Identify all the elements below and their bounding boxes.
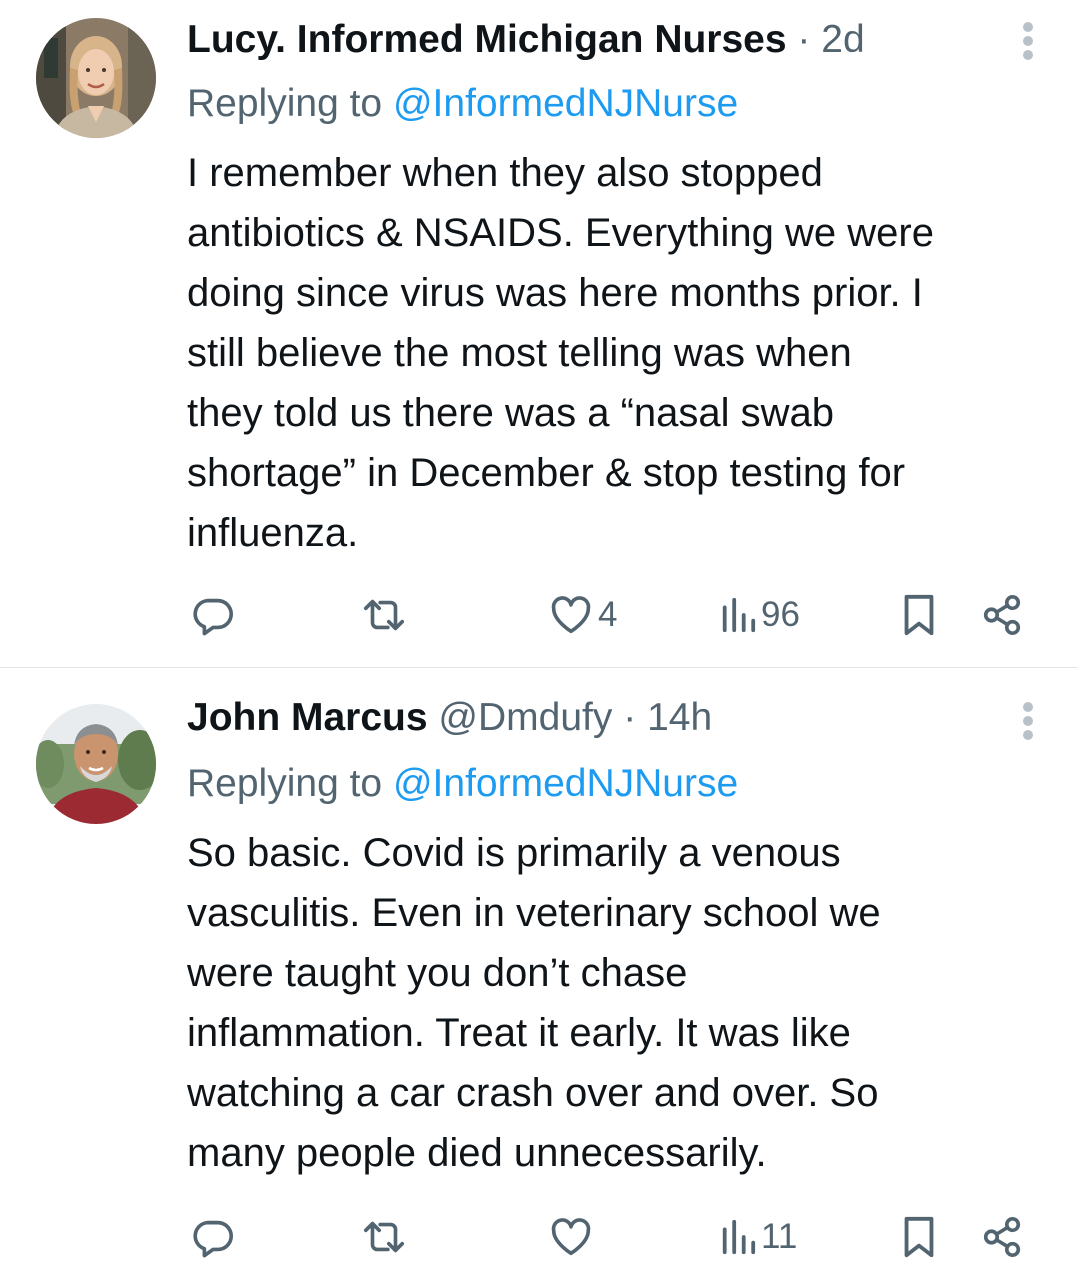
view-count: 96 [761,595,800,634]
display-name[interactable]: John Marcus [187,696,428,739]
heart-icon [551,596,591,634]
bookmark-button[interactable] [899,1212,939,1262]
tweet-text-line: So basic. Covid is primarily a venous [187,831,841,875]
retweet-button[interactable] [358,1212,410,1262]
tweet-header: John Marcus @Dmdufy · 14h [187,694,978,742]
tweet-text: So basic. Covid is primarily a venous va… [187,823,1057,1183]
retweet-button[interactable] [358,590,410,640]
replying-to-handle[interactable]: @InformedNJNurse [393,762,738,805]
bookmark-icon [904,594,934,636]
retweet-icon [363,1221,405,1253]
tweet-text-line: watching a car crash over and over. So [187,1071,879,1115]
separator-dot: · [623,696,637,739]
share-icon [983,1216,1021,1258]
share-button[interactable] [979,590,1025,640]
reply-icon [193,1220,234,1258]
avatar-image-icon [36,18,156,138]
tweet-text-line: vasculitis. Even in veterinary school we [187,891,881,935]
avatar[interactable] [36,18,156,138]
share-button[interactable] [979,1212,1025,1262]
tweet-text-line: antibiotics & NSAIDS. Everything we were [187,211,934,255]
like-button[interactable] [548,1212,598,1262]
tweet-text-line: many people died unnecessarily. [187,1131,767,1175]
tweet-text-line: I remember when they also stopped [187,151,823,195]
views-icon [722,1219,756,1255]
timestamp[interactable]: 2d [821,18,864,61]
view-count: 11 [761,1217,798,1256]
more-icon[interactable] [1022,22,1034,62]
like-button[interactable]: 4 [548,590,617,640]
replying-to-label: Replying to [187,762,383,805]
views-icon [722,597,756,633]
bookmark-button[interactable] [899,590,939,640]
separator-dot: · [797,18,811,61]
heart-icon [551,1218,591,1256]
user-handle[interactable]: @Dmdufy [438,696,612,739]
replying-to-label: Replying to [187,82,383,125]
tweet-text-line: were taught you don’t chase [187,951,688,995]
avatar[interactable] [36,704,156,824]
retweet-icon [363,599,405,631]
bookmark-icon [904,1216,934,1258]
like-count: 4 [598,595,618,634]
share-icon [983,594,1021,636]
more-icon[interactable] [1022,702,1034,742]
replying-to: Replying to @InformedNJNurse [187,80,738,128]
tweet[interactable]: John Marcus @Dmdufy · 14h Replying to @I… [0,668,1078,1284]
reply-button[interactable] [190,590,236,640]
tweet-text-line: influenza. [187,511,359,555]
tweet-text: I remember when they also stopped antibi… [187,143,1057,563]
tweet-text-line: doing since virus was here months prior.… [187,271,923,315]
tweet-text-line: still believe the most telling was when [187,331,852,375]
tweet[interactable]: Lucy. Informed Michigan Nurses · 2d Repl… [0,0,1078,668]
timestamp[interactable]: 14h [647,696,712,739]
tweet-text-line: they told us there was a “nasal swab [187,391,835,435]
views-button[interactable]: 11 [719,1212,797,1262]
tweet-header: Lucy. Informed Michigan Nurses · 2d [187,16,978,64]
tweet-text-line: inflammation. Treat it early. It was lik… [187,1011,851,1055]
tweet-text-line: shortage” in December & stop testing for [187,451,906,495]
action-bar: 4 96 [0,590,1078,640]
display-name[interactable]: Lucy. Informed Michigan Nurses [187,18,787,61]
reply-icon [193,598,234,636]
replying-to: Replying to @InformedNJNurse [187,760,738,808]
action-bar: 11 [0,1212,1078,1262]
avatar-image-icon [36,704,156,824]
reply-button[interactable] [190,1212,236,1262]
views-button[interactable]: 96 [719,590,800,640]
replying-to-handle[interactable]: @InformedNJNurse [393,82,738,125]
